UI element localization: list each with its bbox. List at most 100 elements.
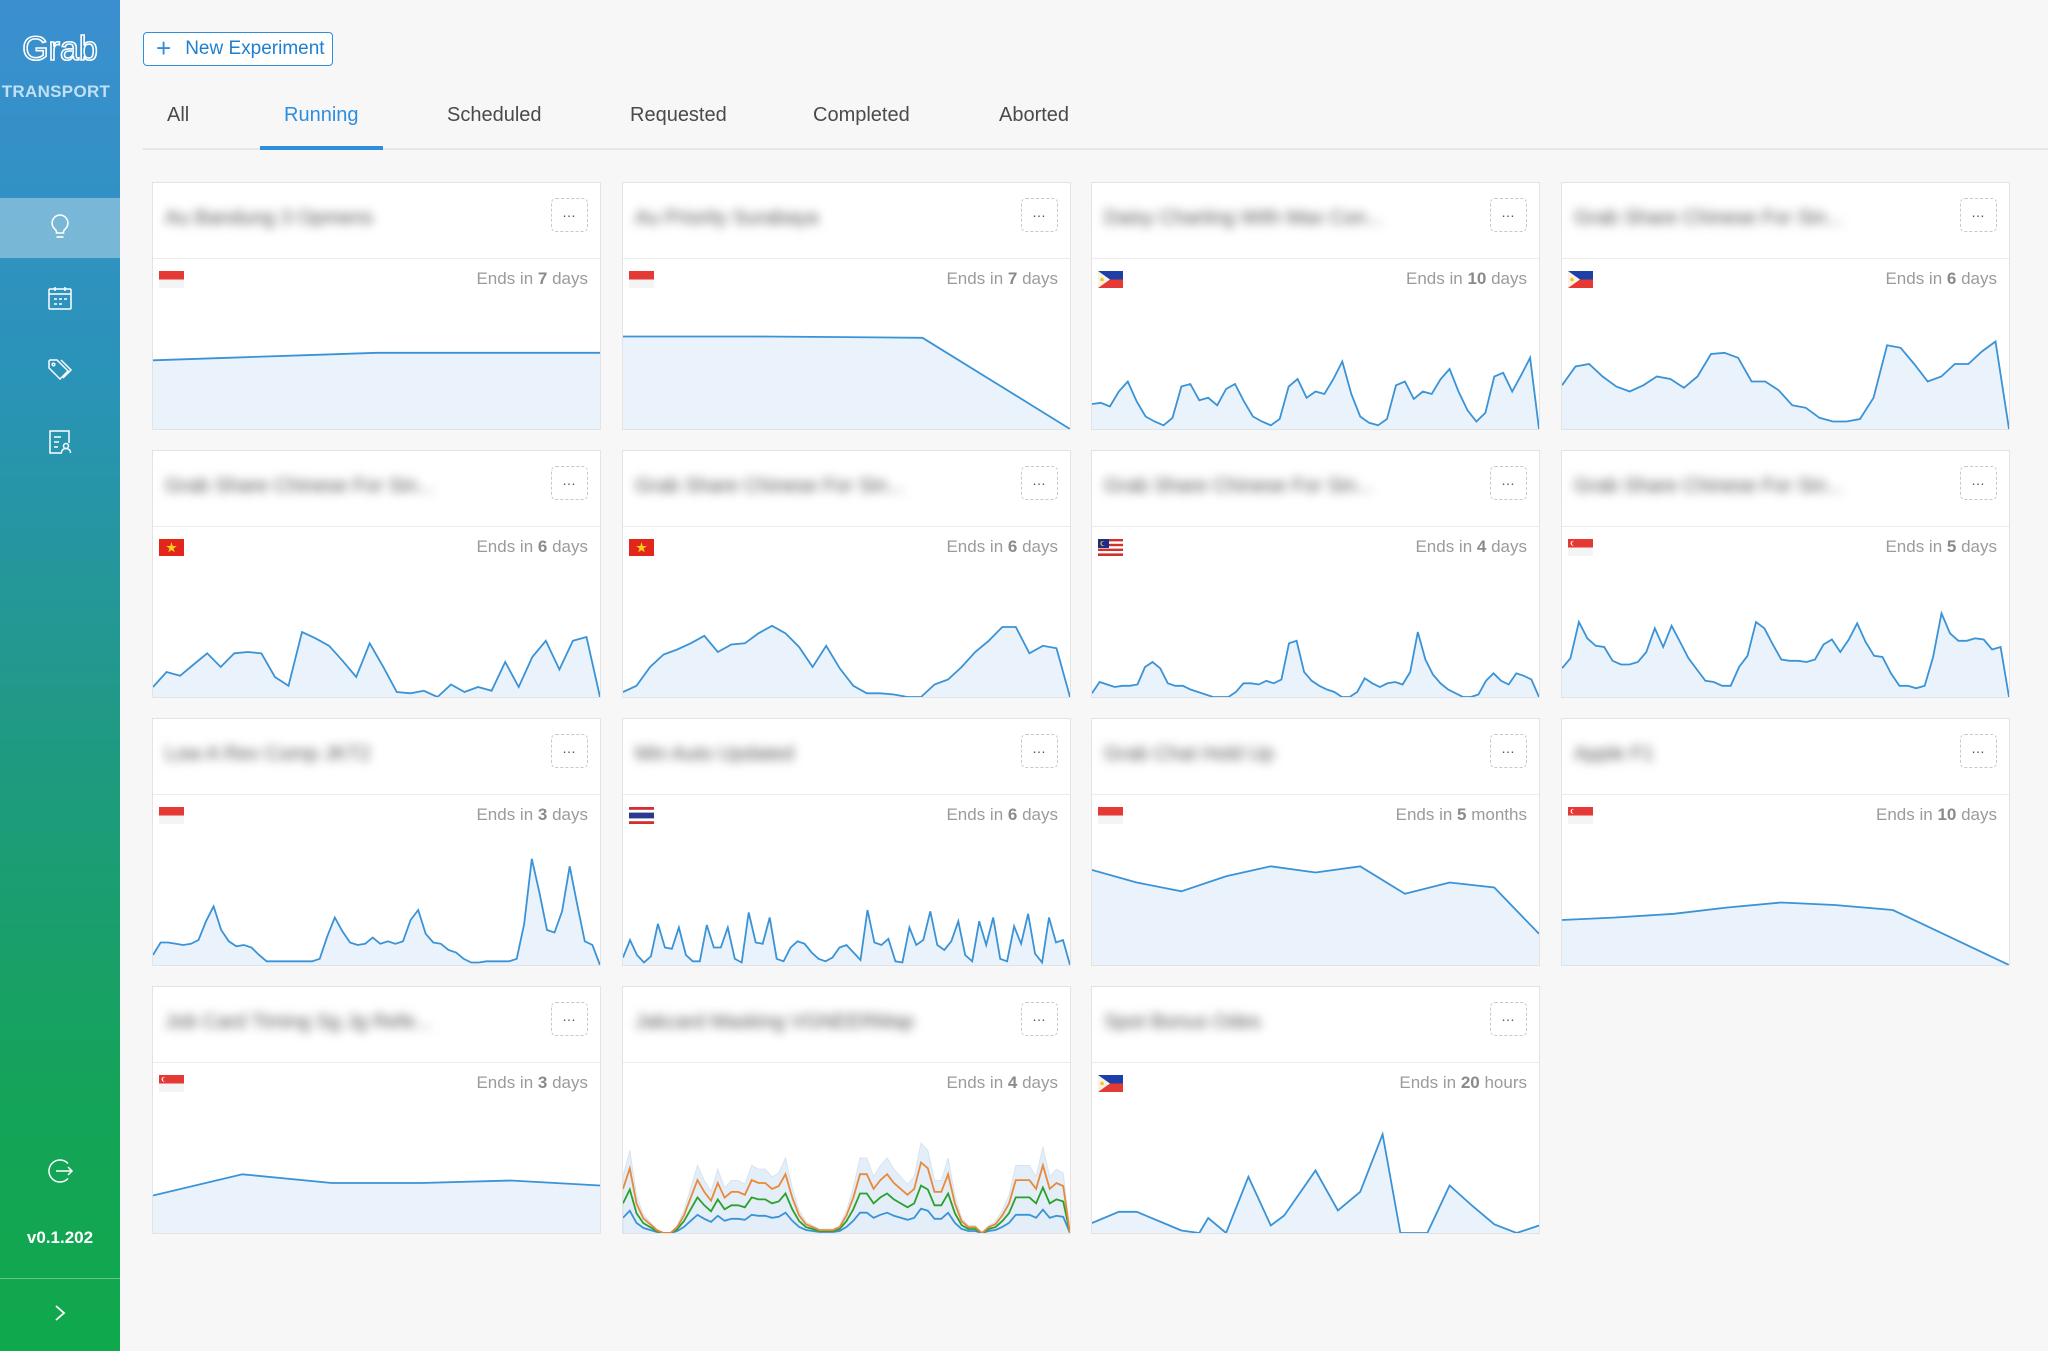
card-header: Low A Rev Comp JKT2 … — [153, 719, 600, 795]
area-fill — [1092, 1134, 1539, 1233]
logout-button[interactable] — [0, 1150, 120, 1196]
experiment-title[interactable]: Grab Chat Hold Up — [1104, 743, 1274, 766]
sparkline-svg — [1092, 354, 1539, 429]
card-menu-button[interactable]: … — [1960, 466, 1997, 500]
card-header: Grab Share Chinese For Sin... … — [1562, 183, 2009, 259]
experiment-title[interactable]: Grab Share Chinese For Sin... — [1574, 207, 1843, 230]
sidebar-item-experiments[interactable] — [0, 198, 120, 258]
sparkline-chart — [623, 258, 1070, 429]
card-menu-button[interactable]: … — [1490, 734, 1527, 768]
experiment-title[interactable]: Au Bandung 3 Opmens — [165, 207, 373, 230]
sparkline-svg — [1092, 865, 1539, 965]
experiment-title[interactable]: Daisy Charting With Max Con... — [1104, 207, 1383, 230]
experiment-title[interactable]: Grab Share Chinese For Sin... — [1104, 475, 1373, 498]
card-header: Au Bandung 3 Opmens … — [153, 183, 600, 259]
experiment-card[interactable]: Grab Share Chinese For Sin...… Ends in 6 … — [622, 450, 1071, 698]
tags-icon — [46, 356, 74, 389]
area-fill — [153, 352, 600, 429]
new-experiment-button[interactable]: + New Experiment — [143, 32, 333, 66]
more-options-icon: … — [1032, 1008, 1047, 1024]
expand-sidebar-button[interactable] — [0, 1290, 120, 1340]
tab-scheduled[interactable]: Scheduled — [447, 104, 542, 146]
experiment-title[interactable]: Grab Share Chinese For Sin... — [635, 475, 904, 498]
sidebar-item-calendar[interactable] — [0, 270, 120, 330]
experiment-card[interactable]: Grab Share Chinese For Sin...… Ends in 6 … — [152, 450, 601, 698]
card-menu-button[interactable]: … — [1021, 198, 1058, 232]
card-menu-button[interactable]: … — [1960, 198, 1997, 232]
card-menu-button[interactable]: … — [551, 1002, 588, 1036]
card-header: Grab Share Chinese For Sin... … — [153, 451, 600, 527]
experiment-card[interactable]: Grab Share Chinese For Sin...… Ends in 5 … — [1561, 450, 2010, 698]
tab-label: Running — [284, 104, 359, 126]
sparkline-chart — [1092, 526, 1539, 697]
sparkline-svg — [623, 335, 1070, 429]
more-options-icon: … — [1501, 740, 1516, 756]
tab-requested[interactable]: Requested — [630, 104, 727, 146]
app-version: v0.1.202 — [26, 1228, 94, 1247]
experiment-card[interactable]: Au Bandung 3 Opmens… Ends in 7 days — [152, 182, 601, 430]
experiment-title[interactable]: Apple F1 — [1574, 743, 1654, 766]
experiment-card[interactable]: Grab Chat Hold Up… Ends in 5 months — [1091, 718, 1540, 966]
experiment-card[interactable]: Job Card Timing Sg Jg Refe...… Ends in 3 … — [152, 986, 601, 1234]
experiment-card[interactable]: Au Priority Surabaya… Ends in 7 days — [622, 182, 1071, 430]
card-menu-button[interactable]: … — [1021, 1002, 1058, 1036]
card-menu-button[interactable]: … — [1490, 198, 1527, 232]
card-header: Daisy Charting With Max Con... … — [1092, 183, 1539, 259]
sparkline-chart — [1562, 526, 2009, 697]
sparkline-svg — [153, 351, 600, 429]
experiment-card[interactable]: Grab Share Chinese For Sin...… Ends in 6 … — [1561, 182, 2010, 430]
sparkline-chart — [153, 526, 600, 697]
tab-running[interactable]: Running — [260, 104, 383, 150]
experiment-card[interactable]: Daisy Charting With Max Con...… Ends in 1… — [1091, 182, 1540, 430]
sparkline-svg — [623, 624, 1070, 697]
user-report-icon — [46, 428, 74, 461]
card-menu-button[interactable]: … — [1490, 1002, 1527, 1036]
experiment-title[interactable]: Spot Bonus Odes — [1104, 1011, 1261, 1034]
more-options-icon: … — [1501, 472, 1516, 488]
sidebar-item-tags[interactable] — [0, 342, 120, 402]
tab-aborted[interactable]: Aborted — [999, 104, 1069, 146]
area-fill — [623, 336, 1070, 429]
card-menu-button[interactable]: … — [551, 734, 588, 768]
card-menu-button[interactable]: … — [1490, 466, 1527, 500]
experiment-card[interactable]: Min Auto Updated… Ends in 6 days — [622, 718, 1071, 966]
experiment-card[interactable]: Grab Share Chinese For Sin...… Ends in 4 … — [1091, 450, 1540, 698]
area-fill — [623, 625, 1070, 697]
more-options-icon: … — [1971, 740, 1986, 756]
tab-label: Completed — [813, 104, 910, 126]
area-fill — [1092, 357, 1539, 429]
sparkline-chart — [623, 1062, 1070, 1233]
card-header: Spot Bonus Odes … — [1092, 987, 1539, 1063]
experiment-title[interactable]: Job Card Timing Sg Jg Refe... — [165, 1011, 432, 1034]
card-menu-button[interactable]: … — [1021, 734, 1058, 768]
plus-icon: + — [156, 32, 172, 63]
experiment-card[interactable]: Spot Bonus Odes… Ends in 20 hours — [1091, 986, 1540, 1234]
card-menu-button[interactable]: … — [551, 198, 588, 232]
brand-name: Grab — [22, 30, 98, 68]
calendar-icon — [46, 284, 74, 317]
tab-all[interactable]: All — [167, 104, 189, 146]
more-options-icon: … — [562, 472, 577, 488]
experiment-title[interactable]: Low A Rev Comp JKT2 — [165, 743, 371, 766]
experiment-card[interactable]: Low A Rev Comp JKT2… Ends in 3 days — [152, 718, 601, 966]
area-fill — [1562, 341, 2009, 429]
experiment-title[interactable]: Grab Share Chinese For Sin... — [165, 475, 434, 498]
grab-logo[interactable]: Grab — [10, 28, 110, 69]
sparkline-chart — [623, 526, 1070, 697]
sparkline-svg — [153, 858, 600, 965]
experiment-title[interactable]: Jakcard Masking VGNEERMap — [635, 1011, 914, 1034]
sidebar-item-reports[interactable] — [0, 414, 120, 474]
card-menu-button[interactable]: … — [551, 466, 588, 500]
experiment-card[interactable]: Jakcard Masking VGNEERMap… Ends in 4 days — [622, 986, 1071, 1234]
card-header: Job Card Timing Sg Jg Refe... … — [153, 987, 600, 1063]
more-options-icon: … — [1032, 204, 1047, 220]
experiment-title[interactable]: Grab Share Chinese For Sin... — [1574, 475, 1843, 498]
card-menu-button[interactable]: … — [1021, 466, 1058, 500]
experiment-title[interactable]: Min Auto Updated — [635, 743, 794, 766]
tab-completed[interactable]: Completed — [813, 104, 910, 146]
new-experiment-label: New Experiment — [185, 38, 325, 59]
sparkline-svg — [1092, 631, 1539, 697]
card-menu-button[interactable]: … — [1960, 734, 1997, 768]
experiment-card[interactable]: Apple F1… Ends in 10 days — [1561, 718, 2010, 966]
experiment-title[interactable]: Au Priority Surabaya — [635, 207, 818, 230]
